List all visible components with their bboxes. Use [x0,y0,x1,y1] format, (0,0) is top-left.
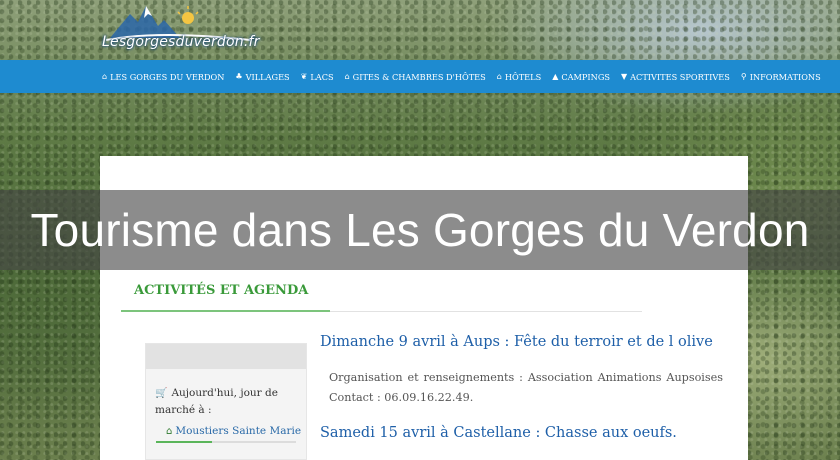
nav-label: LACS [310,71,334,82]
market-today-text: 🛒 Aujourd'hui, jour de marché à : [155,385,295,418]
leaf-icon: ❦ [300,72,308,81]
logo-text: Lesgorgesduverdon.fr [102,34,260,50]
nav-item-villages[interactable]: ♣ VILLAGES [235,72,289,82]
main-navbar: ⌂ LES GORGES DU VERDON ♣ VILLAGES ❦ LACS… [0,60,840,93]
nav-item-hotels[interactable]: ⌂ HÔTELS [497,72,541,82]
search-icon: ⚲ [740,72,747,81]
event-description: Organisation et renseignements : Associa… [329,371,723,404]
page-title: Tourisme dans Les Gorges du Verdon [30,204,810,256]
nav-item-campings[interactable]: ▲ CAMPINGS [552,72,610,82]
nav-label: ACTIVITES SPORTIVES [630,71,730,82]
market-today-label: Aujourd'hui, jour de marché à : [155,387,278,416]
nav-label: VILLAGES [245,71,290,82]
home-icon: ⌂ [166,426,173,437]
sidebar-link-underline [156,441,296,443]
market-sidebar: 🛒 Aujourd'hui, jour de marché à : ⌂ Mousti… [145,343,307,460]
home-icon: ⌂ [496,72,502,81]
nav-item-informations[interactable]: ⚲ INFORMATIONS [741,72,821,82]
nav-item-gites[interactable]: ⌂ GITES & CHAMBRES D'HÔTES [345,72,486,82]
nav-label: INFORMATIONS [749,71,821,82]
bell-icon: ♣ [235,72,243,81]
nav-item-activites[interactable]: ▼ ACTIVITES SPORTIVES [621,72,730,82]
nav-label: HÔTELS [504,71,542,82]
market-village-label: Moustiers Sainte Marie [175,425,302,437]
section-title: ACTIVITÉS ET AGENDA [134,283,309,298]
section-underline [121,310,330,312]
event-title-link[interactable]: Samedi 15 avril à Castellane : Chasse au… [320,425,677,441]
sidebar-header [146,344,306,369]
section-divider [330,311,642,312]
nav-label: GITES & CHAMBRES D'HÔTES [352,71,486,82]
event-title-link[interactable]: Dimanche 9 avril à Aups : Fête du terroi… [320,334,713,350]
tent-icon: ▲ [552,72,559,81]
hero-banner: Tourisme dans Les Gorges du Verdon [0,190,840,270]
nav-item-lacs[interactable]: ❦ LACS [301,72,334,82]
nav-item-gorges[interactable]: ⌂ LES GORGES DU VERDON [102,72,224,82]
market-village-link[interactable]: ⌂ Moustiers Sainte Marie [166,425,301,437]
home-icon: ⌂ [344,72,350,81]
nav-label: LES GORGES DU VERDON [110,71,225,82]
site-logo[interactable]: Lesgorgesduverdon.fr [100,0,270,58]
filter-icon: ▼ [620,72,628,81]
cart-icon: 🛒 [155,388,168,399]
nav-label: CAMPINGS [561,71,610,82]
home-icon: ⌂ [102,72,108,81]
